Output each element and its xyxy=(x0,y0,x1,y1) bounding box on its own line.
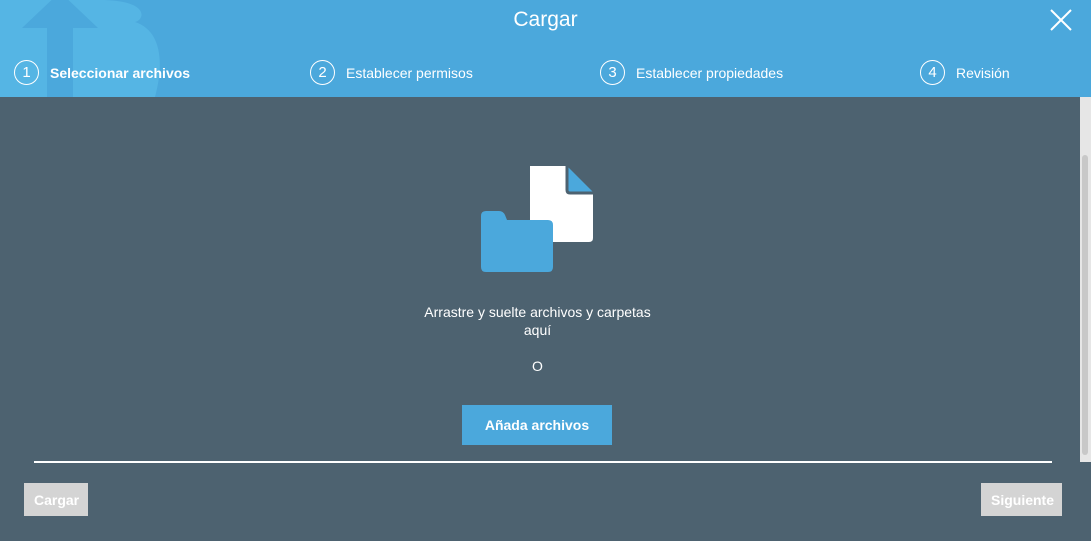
scrollbar-thumb[interactable] xyxy=(1082,155,1088,455)
step-properties: 3 Establecer propiedades xyxy=(600,60,783,85)
step-label: Seleccionar archivos xyxy=(50,64,191,81)
divider xyxy=(34,461,1052,463)
dialog-header: Cargar 1 Seleccionar archivos 2 Establecer… xyxy=(0,0,1091,97)
step-number: 1 xyxy=(14,60,39,85)
add-files-button[interactable]: Añada archivos xyxy=(462,405,612,445)
scrollbar[interactable] xyxy=(1080,97,1091,462)
drop-instructions-line2: aquí xyxy=(523,322,552,338)
step-number: 4 xyxy=(920,60,945,85)
next-button[interactable]: Siguiente xyxy=(981,483,1062,516)
step-number: 2 xyxy=(310,60,335,85)
step-permissions: 2 Establecer permisos xyxy=(310,60,473,85)
upload-button[interactable]: Cargar xyxy=(24,483,88,516)
step-label: Establecer propiedades xyxy=(636,64,784,81)
step-label: Revisión xyxy=(956,64,1010,81)
dialog-title: Cargar xyxy=(513,8,578,31)
or-label: O xyxy=(532,358,543,374)
file-folder-icon xyxy=(481,166,593,272)
step-review: 4 Revisión xyxy=(920,60,1010,85)
drop-instructions: Arrastre y suelte archivos y carpetas xyxy=(424,304,651,320)
step-number: 3 xyxy=(600,60,625,85)
step-label: Establecer permisos xyxy=(346,64,473,81)
step-select-files: 1 Seleccionar archivos xyxy=(14,60,190,85)
close-icon[interactable] xyxy=(1049,8,1073,32)
